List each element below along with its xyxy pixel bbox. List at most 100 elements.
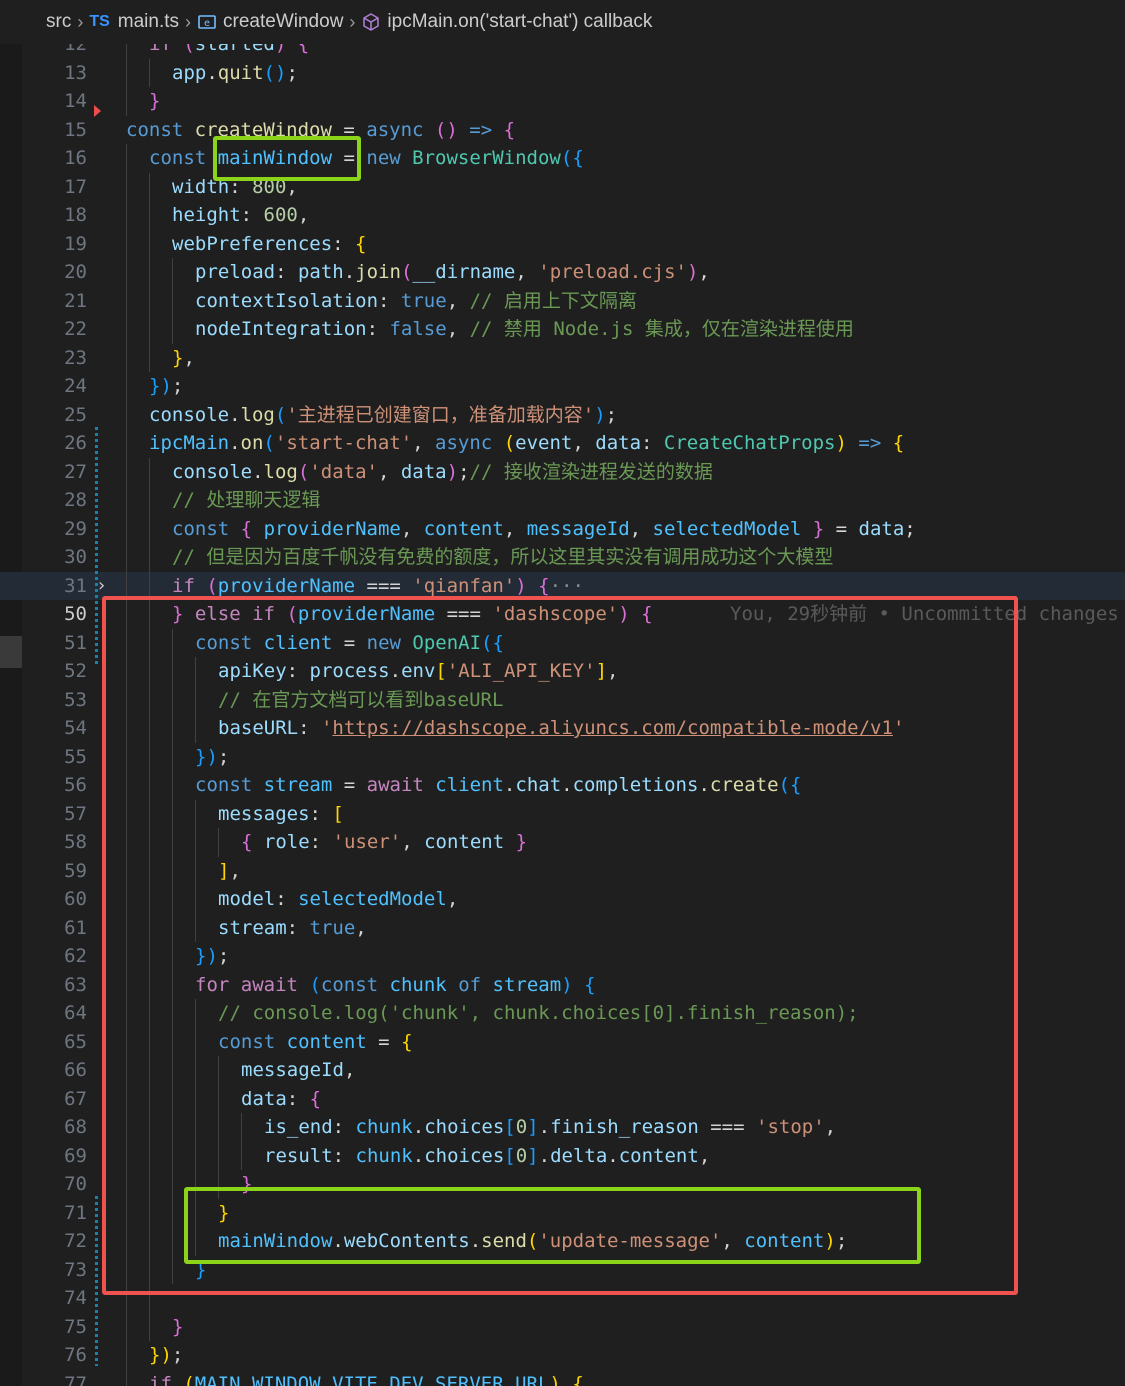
- code-text: ipcMain.on('start-chat', async (event, d…: [149, 429, 904, 458]
- breadcrumb-callback-label: ipcMain.on('start-chat') callback: [387, 11, 653, 32]
- code-line[interactable]: 30 // 但是因为百度千帆没有免费的额度，所以这里其实没有调用成功这个大模型: [0, 543, 1125, 572]
- svg-text:e: e: [204, 18, 210, 29]
- code-line[interactable]: 13 app.quit();: [0, 58, 1125, 87]
- code-token: ;: [171, 1344, 184, 1366]
- code-token: data: [858, 517, 905, 540]
- code-token: ,: [446, 318, 470, 340]
- code-token: true: [400, 289, 447, 312]
- code-line[interactable]: 19 webPreferences: {: [0, 229, 1125, 258]
- code-token: async: [366, 118, 424, 141]
- indent-guide: [126, 172, 127, 201]
- code-line[interactable]: 20 preload: path.join(__dirname, 'preload…: [0, 258, 1125, 287]
- indent-guide: [126, 87, 127, 116]
- line-number: 25: [64, 403, 87, 426]
- code-token: height: [172, 204, 241, 226]
- code-token: ,: [412, 432, 436, 454]
- code-token: .: [229, 403, 241, 426]
- code-token: data: [595, 432, 642, 454]
- code-line[interactable]: 28 // 处理聊天逻辑: [0, 486, 1125, 515]
- line-number: 67: [64, 1087, 87, 1110]
- line-number: 76: [64, 1344, 87, 1366]
- line-number: 66: [64, 1059, 87, 1081]
- code-token: 'preload.cjs': [538, 261, 687, 283]
- code-token: ,: [377, 460, 401, 483]
- code-token: preload: [195, 261, 276, 283]
- annotation-green-box-mainwindow: [213, 136, 361, 181]
- code-line[interactable]: 12 if (started) {: [0, 44, 1125, 59]
- line-number: 68: [64, 1116, 87, 1138]
- breadcrumb-src[interactable]: src: [46, 11, 71, 33]
- code-line[interactable]: 26 ipcMain.on('start-chat', async (event,…: [0, 429, 1125, 458]
- line-number: 56: [64, 774, 87, 796]
- code-token: webPreferences: [172, 232, 333, 255]
- code-line[interactable]: 77 if (MAIN_WINDOW_VITE_DEV_SERVER_URL) {: [0, 1369, 1125, 1386]
- indent-guide: [126, 1369, 127, 1386]
- code-token: ===: [355, 574, 413, 597]
- indent-guide: [149, 315, 150, 344]
- code-line[interactable]: 25 console.log('主进程已创建窗口，准备加载内容');: [0, 400, 1125, 429]
- code-token: ): [515, 574, 527, 597]
- code-line[interactable]: 27 console.log('data', data);// 接收渲染进程发送的…: [0, 457, 1125, 486]
- code-token: =>: [858, 432, 882, 454]
- indent-guide: [126, 58, 127, 87]
- breadcrumb-symbol-createwindow[interactable]: e createWindow: [197, 11, 343, 33]
- typescript-file-icon: TS: [89, 13, 110, 30]
- code-text: // 但是因为百度千帆没有免费的额度，所以这里其实没有调用成功这个大模型: [172, 543, 833, 572]
- code-line[interactable]: 16 const mainWindow = new BrowserWindow({: [0, 144, 1125, 173]
- line-number: 77: [64, 1372, 87, 1386]
- code-line[interactable]: 15 const createWindow = async () => {: [0, 116, 1125, 145]
- code-token: 'start-chat': [274, 432, 413, 454]
- code-line[interactable]: 18 height: 600,: [0, 201, 1125, 230]
- code-token: '主进程已创建窗口，准备加载内容': [286, 403, 595, 426]
- line-number: 23: [64, 346, 87, 369]
- code-token: :: [366, 318, 390, 340]
- breadcrumb-file[interactable]: TS main.ts: [89, 11, 179, 33]
- indent-guide: [126, 1341, 127, 1370]
- line-number: 12: [64, 44, 87, 55]
- line-number: 17: [64, 175, 87, 198]
- line-number: 27: [64, 460, 87, 483]
- code-token: ): [274, 44, 287, 55]
- code-token: (: [263, 432, 275, 454]
- code-token: =: [824, 517, 859, 540]
- code-line[interactable]: 75}: [0, 1312, 1125, 1341]
- indent-guide: [126, 400, 127, 429]
- code-token: contextIsolation: [195, 289, 379, 312]
- code-text: if (started) {: [149, 44, 309, 59]
- line-number: 29: [64, 517, 87, 540]
- code-text: const { providerName, content, messageId…: [172, 515, 916, 544]
- line-number: 59: [64, 859, 87, 882]
- indent-guide: [172, 286, 173, 315]
- code-token: .: [343, 261, 356, 283]
- code-line[interactable]: 14}: [0, 87, 1125, 116]
- breadcrumb-src-label: src: [46, 11, 72, 32]
- code-line[interactable]: 24});: [0, 372, 1125, 401]
- code-line[interactable]: 22 nodeIntegration: false, // 禁用 Node.js …: [0, 315, 1125, 344]
- code-text: preload: path.join(__dirname, 'preload.c…: [195, 258, 710, 287]
- indent-guide: [149, 286, 150, 315]
- indent-guide: [126, 343, 127, 372]
- line-number: 57: [64, 802, 87, 825]
- code-token: {: [538, 574, 550, 597]
- breadcrumb-symbol-callback[interactable]: ipcMain.on('start-chat') callback: [361, 11, 652, 33]
- code-line[interactable]: 21 contextIsolation: true, // 启用上下文隔离: [0, 286, 1125, 315]
- indent-guide: [149, 201, 150, 230]
- code-token: __dirname: [412, 261, 516, 283]
- code-token: event: [515, 432, 573, 454]
- code-line[interactable]: 76});: [0, 1341, 1125, 1370]
- code-token: }: [172, 1315, 184, 1338]
- code-token: (: [400, 261, 413, 283]
- line-number: 70: [64, 1173, 87, 1195]
- code-line[interactable]: 23},: [0, 343, 1125, 372]
- code-token: ,: [400, 517, 424, 540]
- code-line[interactable]: 29 const { providerName, content, message…: [0, 514, 1125, 544]
- indent-guide: [126, 543, 127, 572]
- code-line[interactable]: 17 width: 800,: [0, 172, 1125, 201]
